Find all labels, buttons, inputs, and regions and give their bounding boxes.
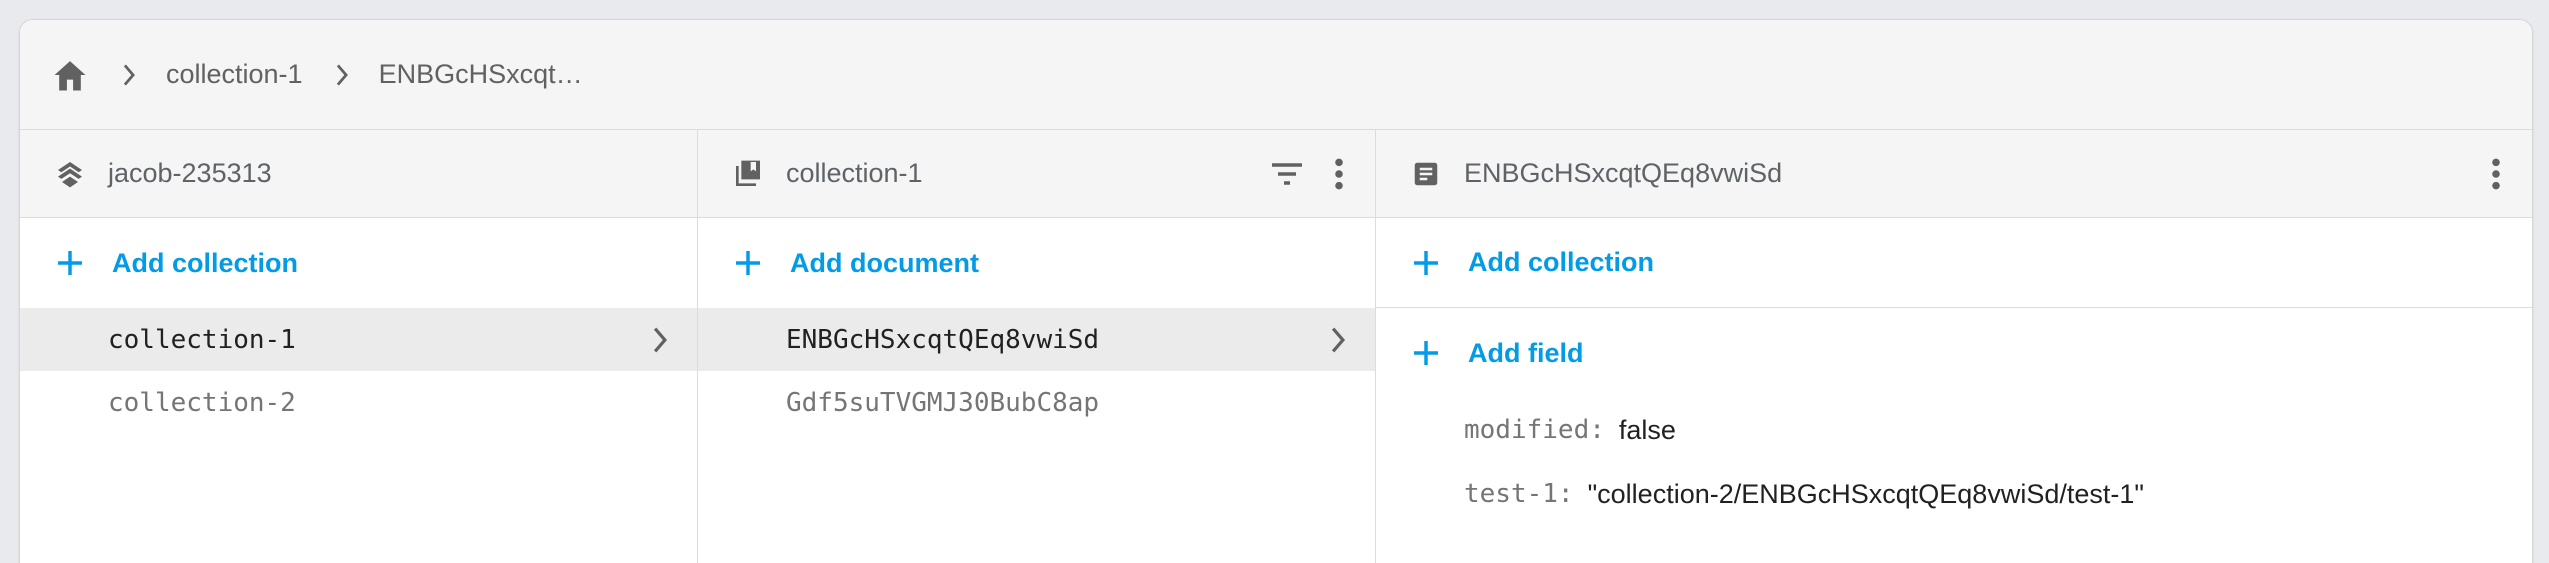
plus-icon bbox=[1408, 245, 1444, 281]
add-document-label: Add document bbox=[790, 247, 979, 278]
collection-title: collection-1 bbox=[786, 158, 923, 188]
document-title: ENBGcHSxcqtQEq8vwiSd bbox=[1464, 158, 1783, 188]
add-collection-label: Add collection bbox=[112, 247, 299, 278]
firestore-layers-icon bbox=[52, 156, 88, 192]
add-document-button[interactable]: Add document bbox=[698, 218, 1375, 308]
field-colon: : bbox=[1589, 415, 1605, 445]
collection-column-header: collection-1 bbox=[698, 130, 1375, 218]
list-item-document-2[interactable]: Gdf5suTVGMJ30BubC8ap bbox=[698, 371, 1375, 434]
chevron-right-icon bbox=[114, 60, 144, 90]
add-subcollection-button[interactable]: Add collection bbox=[1376, 218, 2532, 308]
plus-icon bbox=[1408, 335, 1444, 371]
list-item-collection-2[interactable]: collection-2 bbox=[20, 371, 697, 434]
document-column: ENBGcHSxcqtQEq8vwiSd Add collection Add … bbox=[1376, 130, 2532, 563]
field-value: "collection-2/ENBGcHSxcqtQEq8vwiSd/test-… bbox=[1587, 478, 2144, 509]
more-vert-icon[interactable] bbox=[2474, 152, 2518, 196]
list-item-collection-1[interactable]: collection-1 bbox=[20, 308, 697, 371]
more-vert-icon[interactable] bbox=[1317, 152, 1361, 196]
list-item-label: collection-2 bbox=[108, 387, 296, 418]
collection-icon bbox=[730, 156, 766, 192]
field-colon: : bbox=[1557, 479, 1574, 509]
field-row-test-1[interactable]: test-1: "collection-2/ENBGcHSxcqtQEq8vwi… bbox=[1376, 462, 2532, 526]
field-value: false bbox=[1618, 414, 1676, 445]
breadcrumb: collection-1 ENBGcHSxcqtQEq8vwiSd bbox=[20, 20, 2532, 130]
list-item-label: Gdf5suTVGMJ30BubC8ap bbox=[786, 387, 1100, 418]
add-subcollection-label: Add collection bbox=[1468, 247, 1655, 277]
field-key: modified bbox=[1464, 415, 1590, 445]
chevron-right-icon bbox=[327, 60, 357, 90]
root-column: jacob-235313 Add collection collection-1… bbox=[20, 130, 698, 563]
list-item-label: collection-1 bbox=[108, 324, 296, 355]
breadcrumb-item-document[interactable]: ENBGcHSxcqtQEq8vwiSd bbox=[379, 59, 604, 90]
breadcrumb-item-collection[interactable]: collection-1 bbox=[166, 59, 303, 90]
field-row-modified[interactable]: modified: false bbox=[1376, 398, 2532, 462]
firestore-data-panel: collection-1 ENBGcHSxcqtQEq8vwiSd jacob-… bbox=[19, 19, 2533, 563]
chevron-right-icon bbox=[1323, 325, 1353, 355]
document-icon bbox=[1408, 156, 1444, 192]
home-icon[interactable] bbox=[50, 55, 90, 95]
add-field-button[interactable]: Add field bbox=[1376, 308, 2532, 398]
add-collection-button[interactable]: Add collection bbox=[20, 218, 697, 308]
data-columns: jacob-235313 Add collection collection-1… bbox=[20, 130, 2532, 563]
document-column-header: ENBGcHSxcqtQEq8vwiSd bbox=[1376, 130, 2532, 218]
list-item-document-1[interactable]: ENBGcHSxcqtQEq8vwiSd bbox=[698, 308, 1375, 371]
root-column-header: jacob-235313 bbox=[20, 130, 697, 218]
field-key: test-1 bbox=[1464, 479, 1558, 509]
collection-column: collection-1 Add document ENBGcHSxcqtQEq… bbox=[698, 130, 1376, 563]
filter-icon[interactable] bbox=[1265, 152, 1309, 196]
plus-icon bbox=[52, 245, 88, 281]
list-item-label: ENBGcHSxcqtQEq8vwiSd bbox=[786, 324, 1100, 355]
project-title: jacob-235313 bbox=[108, 158, 272, 188]
chevron-right-icon bbox=[645, 325, 675, 355]
plus-icon bbox=[730, 245, 766, 281]
add-field-label: Add field bbox=[1468, 337, 1584, 368]
